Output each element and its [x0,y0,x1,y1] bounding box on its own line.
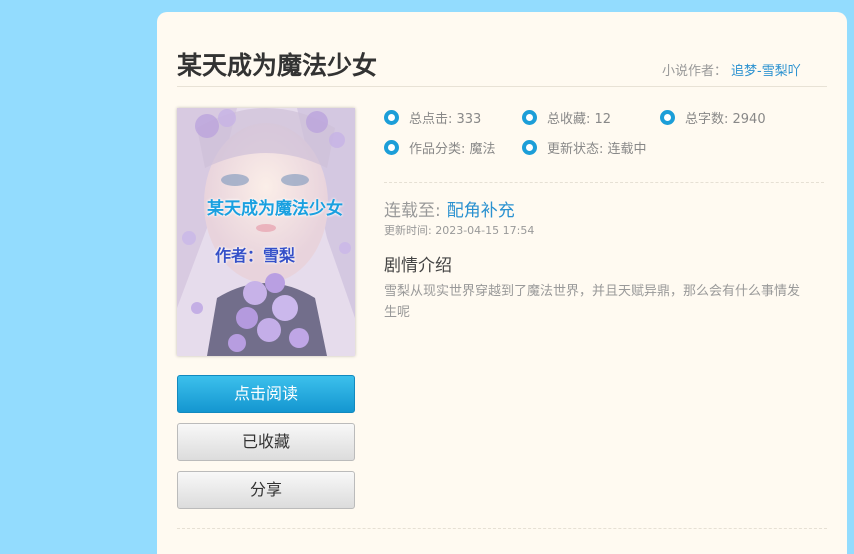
cover-title-text: 某天成为魔法少女 [207,199,343,219]
read-button[interactable]: 点击阅读 [177,375,355,413]
synopsis-heading: 剧情介绍 [384,256,452,276]
stat-clicks-text: 总点击: 333 [409,112,482,127]
cover-illustration [177,108,355,356]
author-label: 小说作者： [662,64,728,79]
stat-words-text: 总字数: 2940 [685,112,766,127]
stat-status-text: 更新状态: 连载中 [547,142,647,157]
stat-status: 更新状态: 连载中 [522,138,647,157]
bullet-circle-icon [384,140,399,155]
share-button[interactable]: 分享 [177,471,355,509]
book-cover-image[interactable]: 某天成为魔法少女 作者：雪梨 [177,108,355,356]
stat-clicks: 总点击: 333 [384,108,481,127]
author-link[interactable]: 追梦-雪梨吖 [731,64,801,79]
stat-words: 总字数: 2940 [660,108,766,127]
stats-divider [384,182,824,183]
bullet-circle-icon [522,140,537,155]
stat-category-text: 作品分类: 魔法 [409,142,496,157]
stat-category: 作品分类: 魔法 [384,138,496,157]
cover-author-text: 作者：雪梨 [215,246,296,265]
stat-favorites-text: 总收藏: 12 [547,112,612,127]
book-detail-card: 某天成为魔法少女 小说作者： 追梦-雪梨吖 某天成为魔法少女 作者：雪梨 点击阅… [157,12,847,554]
latest-chapter-label: 连载至: [384,201,441,221]
bottom-divider [177,528,827,529]
latest-chapter: 连载至: 配角补充 [384,196,515,221]
favorited-button[interactable]: 已收藏 [177,423,355,461]
bullet-circle-icon [522,110,537,125]
book-title: 某天成为魔法少女 [177,51,378,80]
bullet-circle-icon [384,110,399,125]
title-divider [177,86,827,87]
bullet-circle-icon [660,110,675,125]
synopsis-text: 雪梨从现实世界穿越到了魔法世界，并且天赋异鼎，那么会有什么事情发生呢 [384,284,801,320]
author-line: 小说作者： 追梦-雪梨吖 [662,60,801,79]
stat-favorites: 总收藏: 12 [522,108,611,127]
update-time: 更新时间: 2023-04-15 17:54 [384,224,535,237]
latest-chapter-link[interactable]: 配角补充 [447,201,515,221]
